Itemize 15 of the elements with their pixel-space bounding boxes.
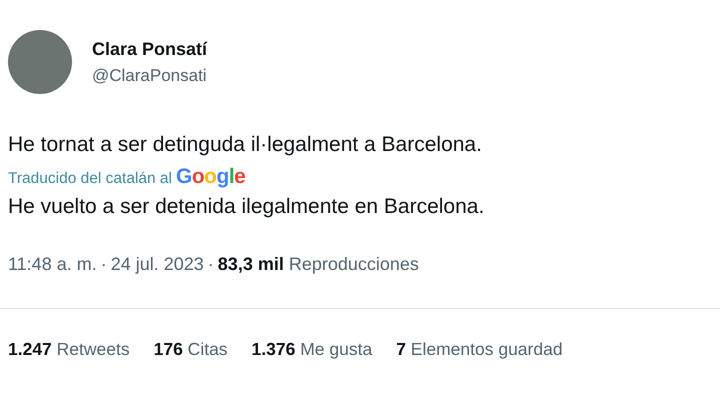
stat-link[interactable]: 1.247 Retweets xyxy=(8,336,130,362)
stat-link[interactable]: 1.376 Me gusta xyxy=(252,336,372,362)
separator-dot: · xyxy=(100,253,107,276)
stat-link[interactable]: 176 Citas xyxy=(154,336,228,362)
author-name[interactable]: Clara Ponsatí xyxy=(92,38,208,60)
tweet-text: He tornat a ser detinguda il·legalment a Barcelona. xyxy=(8,132,483,158)
views-count: 83,3 mil Reproducciones xyxy=(218,253,419,276)
translation-label[interactable]: Traducido del catalán al xyxy=(8,168,172,190)
tweet-date[interactable]: 24 jul. 2023 xyxy=(110,251,204,278)
author-handle[interactable]: @ClaraPonsati xyxy=(92,64,208,86)
stat-link[interactable]: 7 Elementos guardad xyxy=(396,336,563,362)
google-logo: Google xyxy=(176,166,246,188)
separator-dot: · xyxy=(208,253,214,276)
tweet-time[interactable]: 11:48 a. m. xyxy=(8,251,97,278)
translated-text: He vuelto a ser detenida ilegalmente en Barcelona. xyxy=(8,194,486,220)
